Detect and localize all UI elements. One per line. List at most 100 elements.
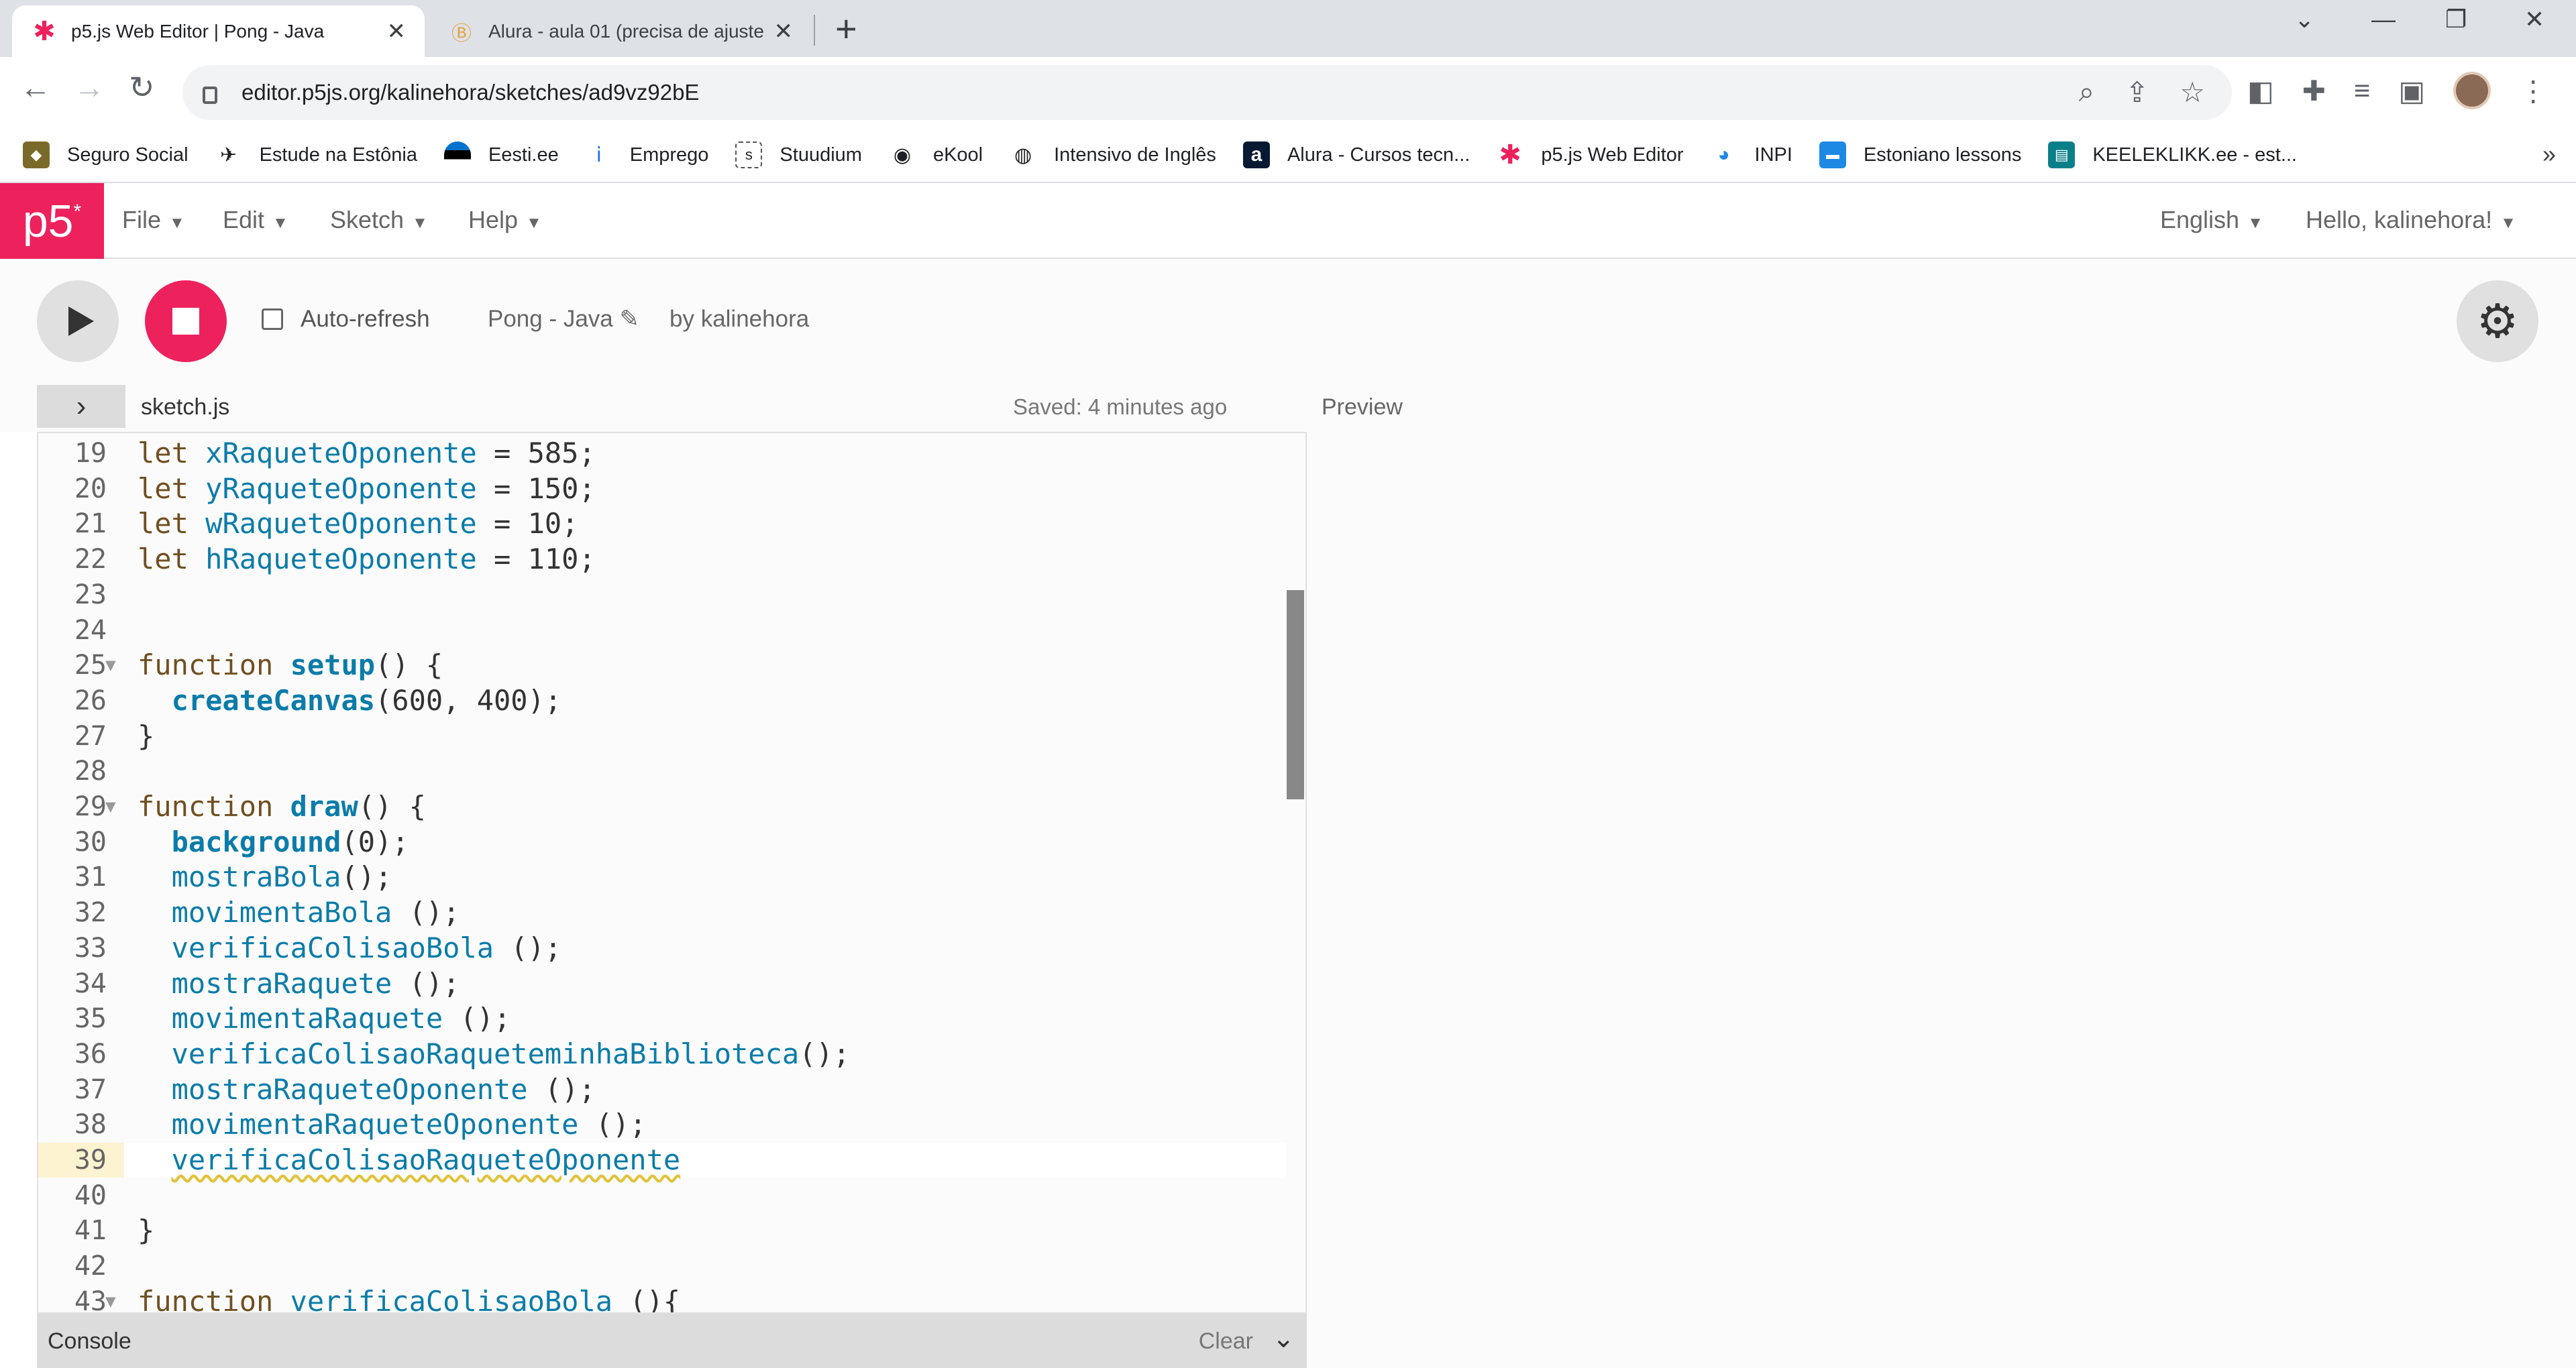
code-line[interactable]: 31 mostraBola(); — [38, 860, 1286, 895]
code-rest: (); — [494, 931, 562, 964]
sidebar-toggle-button[interactable]: › — [37, 385, 125, 428]
p5-asterisk-icon: ✱ — [1499, 140, 1522, 170]
code-line[interactable]: 25 ▼ function setup() { — [38, 648, 1286, 683]
bookmark-estude-na-estonia[interactable]: ✈ Estude na Estônia — [215, 141, 417, 168]
code-line[interactable]: 21 let wRaqueteOponente = 10; — [38, 506, 1286, 541]
line-gutter: 35 — [38, 1001, 124, 1036]
bookmark-alura[interactable]: a Alura - Cursos tecn... — [1242, 141, 1470, 168]
profile-avatar[interactable] — [2453, 72, 2491, 109]
bookmark-estoniano-lessons[interactable]: ▬ Estoniano lessons — [1819, 141, 2021, 168]
close-icon[interactable]: ✕ — [387, 18, 407, 45]
bookmark-eesti[interactable]: Eesti.ee — [443, 141, 559, 168]
code-line[interactable]: 20 let yRaqueteOponente = 150; — [38, 471, 1286, 506]
bookmark-stuudium[interactable]: s Stuudium — [735, 141, 862, 168]
menu-language[interactable]: English ▼ — [2160, 206, 2263, 234]
back-arrow-icon[interactable]: ← — [20, 69, 51, 105]
close-window-icon[interactable]: ✕ — [2524, 5, 2544, 34]
bookmark-seguro-social[interactable]: ◆ Seguro Social — [23, 141, 189, 168]
code-line[interactable]: 27} — [38, 719, 1286, 754]
code-editor[interactable]: 19 let xRaqueteOponente = 585; 20 let yRaqu… — [37, 432, 1307, 1314]
auto-refresh-toggle[interactable]: Auto-refresh — [262, 306, 430, 333]
auto-refresh-checkbox[interactable] — [262, 308, 283, 330]
pencil-icon[interactable]: ✎ — [620, 306, 639, 332]
code-line[interactable]: 37 mostraRaqueteOponente (); — [38, 1072, 1286, 1107]
code-rest: = 110; — [476, 543, 596, 576]
code-line[interactable]: 33 verificaColisaoBola (); — [38, 931, 1286, 966]
minimize-icon[interactable]: — — [2371, 5, 2396, 34]
fold-triangle-icon[interactable]: ▼ — [105, 789, 116, 824]
bookmark-intensivo-ingles[interactable]: ◍ Intensivo de Inglês — [1010, 141, 1216, 168]
menu-edit[interactable]: Edit ▼ — [223, 206, 288, 234]
sketch-name[interactable]: Pong - Java ✎ — [488, 306, 639, 333]
fold-triangle-icon[interactable]: ▼ — [105, 648, 116, 683]
code-plain: } — [138, 1214, 155, 1247]
code-function-call: movimentaRaquete — [171, 1002, 443, 1035]
address-bar[interactable]: editor.p5js.org/kalinehora/sketches/ad9v… — [182, 65, 2232, 120]
extension-shield-icon[interactable]: ◧ — [2247, 74, 2274, 107]
code-line[interactable]: 36 verificaColisaoRaqueteminhaBiblioteca… — [38, 1037, 1286, 1072]
tab-search-chevron-icon[interactable]: ⌄ — [2294, 5, 2314, 34]
code-rest: (); — [578, 1108, 647, 1141]
tab-alura[interactable]: Ⓑ Alura - aula 01 (precisa de ajuste ✕ — [429, 5, 812, 57]
bookmark-p5js[interactable]: ✱ p5.js Web Editor — [1497, 140, 1684, 170]
fold-triangle-icon[interactable]: ▼ — [105, 1284, 116, 1312]
more-menu-icon[interactable]: ⋮ — [2519, 74, 2547, 107]
code-rest: = 10; — [476, 507, 579, 540]
code-line[interactable]: 26 createCanvas(600, 400); — [38, 683, 1286, 718]
code-line[interactable]: 32 movimentaBola (); — [38, 895, 1286, 930]
bookmark-emprego[interactable]: ⅰ Emprego — [586, 141, 709, 168]
zoom-icon[interactable]: ⌕ — [2079, 76, 2095, 109]
url-text[interactable]: editor.p5js.org/kalinehora/sketches/ad9v… — [241, 80, 699, 105]
bookmark-inpi[interactable]: ◕ INPI — [1711, 141, 1792, 168]
editor-scrollbar[interactable] — [1287, 590, 1304, 799]
bookmark-label: Estoniano lessons — [1863, 144, 2022, 166]
code-line[interactable]: 35 movimentaRaquete (); — [38, 1001, 1286, 1036]
line-gutter: 29 ▼ — [38, 789, 124, 824]
new-tab-icon[interactable]: + — [835, 7, 857, 50]
stop-button[interactable] — [145, 280, 227, 362]
p5-logo[interactable]: p5 * — [0, 183, 104, 259]
file-name: sketch.js — [141, 394, 230, 420]
code-line[interactable]: 34 mostraRaquete (); — [38, 966, 1286, 1001]
extensions-puzzle-icon[interactable]: ✚ — [2302, 74, 2326, 107]
code-line[interactable]: 41} — [38, 1213, 1286, 1248]
code-line[interactable]: 19 let xRaqueteOponente = 585; — [38, 436, 1286, 471]
side-panel-icon[interactable]: ▣ — [2398, 74, 2425, 107]
line-number: 28 — [74, 756, 107, 787]
code-text: movimentaRaquete (); — [138, 1001, 511, 1036]
code-line[interactable]: 38 movimentaRaqueteOponente (); — [38, 1107, 1286, 1142]
media-queue-icon[interactable]: ≡ — [2354, 74, 2371, 107]
console-clear-button[interactable]: Clear — [1199, 1328, 1253, 1355]
code-line[interactable]: 40 — [38, 1178, 1286, 1213]
line-gutter: 39 — [38, 1143, 124, 1178]
menu-help[interactable]: Help ▼ — [468, 206, 542, 234]
bookmark-ekool[interactable]: ◉ eKool — [889, 141, 983, 168]
forward-arrow-icon[interactable]: → — [74, 69, 105, 105]
code-line[interactable]: 42 — [38, 1249, 1286, 1284]
code-line[interactable]: 28 — [38, 754, 1286, 789]
menu-user[interactable]: Hello, kalinehora! ▼ — [2306, 206, 2516, 234]
lock-icon[interactable] — [203, 87, 217, 104]
code-line[interactable]: 22 let hRaqueteOponente = 110; — [38, 542, 1286, 577]
play-button[interactable] — [37, 280, 119, 362]
code-line[interactable]: 30 background(0); — [38, 825, 1286, 860]
bookmark-keeleklikk[interactable]: ▤ KEELEKLIKK.ee - est... — [2048, 141, 2297, 168]
menu-file[interactable]: File ▼ — [122, 206, 185, 234]
line-number: 31 — [74, 862, 107, 893]
share-icon[interactable]: ⇪ — [2125, 76, 2149, 109]
menu-sketch[interactable]: Sketch ▼ — [330, 206, 428, 234]
close-icon[interactable]: ✕ — [774, 18, 794, 45]
settings-gear-icon[interactable]: ⚙ — [2457, 280, 2538, 362]
code-line[interactable]: 39 verificaColisaoRaqueteOponente — [38, 1143, 1286, 1178]
code-line[interactable]: 23 — [38, 577, 1286, 612]
reload-icon[interactable]: ↻ — [129, 69, 155, 105]
bookmark-star-icon[interactable]: ☆ — [2180, 76, 2205, 109]
restore-icon[interactable]: ❐ — [2445, 5, 2467, 34]
more-bookmarks-icon[interactable]: » — [2542, 140, 2556, 168]
chevron-down-icon[interactable]: ⌄ — [1272, 1323, 1295, 1354]
sketch-owner[interactable]: by kalinehora — [669, 306, 809, 333]
code-line[interactable]: 24 — [38, 613, 1286, 648]
tab-p5-editor[interactable]: ✱ p5.js Web Editor | Pong - Java ✕ — [12, 5, 425, 57]
code-line[interactable]: 43 ▼ function verificaColisaoBola (){ — [38, 1284, 1286, 1312]
code-line[interactable]: 29 ▼ function draw() { — [38, 789, 1286, 824]
